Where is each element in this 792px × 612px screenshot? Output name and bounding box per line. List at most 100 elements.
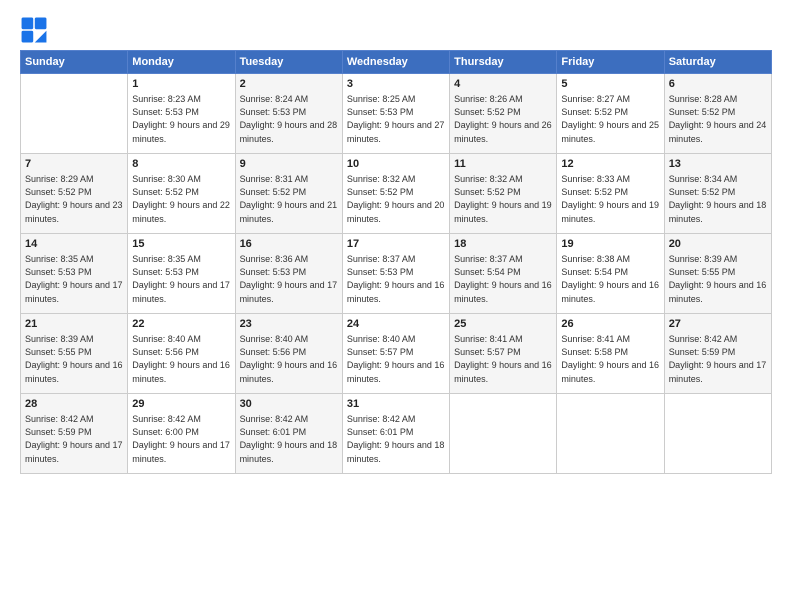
- day-number: 15: [132, 237, 230, 252]
- day-number: 30: [240, 397, 338, 412]
- calendar-header: SundayMondayTuesdayWednesdayThursdayFrid…: [21, 51, 772, 74]
- day-detail: Sunrise: 8:40 AM Sunset: 5:56 PM Dayligh…: [240, 333, 338, 385]
- calendar-week-3: 14Sunrise: 8:35 AM Sunset: 5:53 PM Dayli…: [21, 234, 772, 314]
- day-number: 16: [240, 237, 338, 252]
- weekday-header-monday: Monday: [128, 51, 235, 74]
- day-number: 28: [25, 397, 123, 412]
- calendar-cell: 29Sunrise: 8:42 AM Sunset: 6:00 PM Dayli…: [128, 394, 235, 474]
- day-number: 13: [669, 157, 767, 172]
- day-detail: Sunrise: 8:40 AM Sunset: 5:57 PM Dayligh…: [347, 333, 445, 385]
- day-number: 8: [132, 157, 230, 172]
- calendar-cell: 24Sunrise: 8:40 AM Sunset: 5:57 PM Dayli…: [342, 314, 449, 394]
- calendar-cell: 23Sunrise: 8:40 AM Sunset: 5:56 PM Dayli…: [235, 314, 342, 394]
- calendar-cell: 17Sunrise: 8:37 AM Sunset: 5:53 PM Dayli…: [342, 234, 449, 314]
- day-detail: Sunrise: 8:24 AM Sunset: 5:53 PM Dayligh…: [240, 93, 338, 145]
- day-detail: Sunrise: 8:26 AM Sunset: 5:52 PM Dayligh…: [454, 93, 552, 145]
- calendar-cell: 11Sunrise: 8:32 AM Sunset: 5:52 PM Dayli…: [450, 154, 557, 234]
- day-detail: Sunrise: 8:42 AM Sunset: 5:59 PM Dayligh…: [669, 333, 767, 385]
- calendar-cell: 15Sunrise: 8:35 AM Sunset: 5:53 PM Dayli…: [128, 234, 235, 314]
- day-number: 6: [669, 77, 767, 92]
- day-detail: Sunrise: 8:35 AM Sunset: 5:53 PM Dayligh…: [25, 253, 123, 305]
- calendar-cell: [450, 394, 557, 474]
- day-number: 26: [561, 317, 659, 332]
- calendar-cell: 1Sunrise: 8:23 AM Sunset: 5:53 PM Daylig…: [128, 74, 235, 154]
- day-detail: Sunrise: 8:39 AM Sunset: 5:55 PM Dayligh…: [25, 333, 123, 385]
- day-detail: Sunrise: 8:30 AM Sunset: 5:52 PM Dayligh…: [132, 173, 230, 225]
- day-detail: Sunrise: 8:35 AM Sunset: 5:53 PM Dayligh…: [132, 253, 230, 305]
- calendar-cell: 5Sunrise: 8:27 AM Sunset: 5:52 PM Daylig…: [557, 74, 664, 154]
- day-number: 17: [347, 237, 445, 252]
- weekday-header-friday: Friday: [557, 51, 664, 74]
- day-detail: Sunrise: 8:37 AM Sunset: 5:54 PM Dayligh…: [454, 253, 552, 305]
- day-number: 18: [454, 237, 552, 252]
- calendar-cell: 14Sunrise: 8:35 AM Sunset: 5:53 PM Dayli…: [21, 234, 128, 314]
- calendar-cell: [557, 394, 664, 474]
- calendar-cell: 10Sunrise: 8:32 AM Sunset: 5:52 PM Dayli…: [342, 154, 449, 234]
- calendar-cell: 26Sunrise: 8:41 AM Sunset: 5:58 PM Dayli…: [557, 314, 664, 394]
- day-number: 1: [132, 77, 230, 92]
- calendar-cell: 27Sunrise: 8:42 AM Sunset: 5:59 PM Dayli…: [664, 314, 771, 394]
- weekday-header-wednesday: Wednesday: [342, 51, 449, 74]
- weekday-header-thursday: Thursday: [450, 51, 557, 74]
- calendar-cell: [664, 394, 771, 474]
- day-detail: Sunrise: 8:29 AM Sunset: 5:52 PM Dayligh…: [25, 173, 123, 225]
- day-detail: Sunrise: 8:23 AM Sunset: 5:53 PM Dayligh…: [132, 93, 230, 145]
- day-detail: Sunrise: 8:37 AM Sunset: 5:53 PM Dayligh…: [347, 253, 445, 305]
- calendar-table: SundayMondayTuesdayWednesdayThursdayFrid…: [20, 50, 772, 474]
- day-detail: Sunrise: 8:42 AM Sunset: 6:00 PM Dayligh…: [132, 413, 230, 465]
- day-number: 4: [454, 77, 552, 92]
- day-detail: Sunrise: 8:34 AM Sunset: 5:52 PM Dayligh…: [669, 173, 767, 225]
- day-number: 23: [240, 317, 338, 332]
- calendar-cell: 18Sunrise: 8:37 AM Sunset: 5:54 PM Dayli…: [450, 234, 557, 314]
- day-detail: Sunrise: 8:32 AM Sunset: 5:52 PM Dayligh…: [347, 173, 445, 225]
- calendar-cell: 25Sunrise: 8:41 AM Sunset: 5:57 PM Dayli…: [450, 314, 557, 394]
- calendar-cell: 30Sunrise: 8:42 AM Sunset: 6:01 PM Dayli…: [235, 394, 342, 474]
- page: SundayMondayTuesdayWednesdayThursdayFrid…: [0, 0, 792, 612]
- day-detail: Sunrise: 8:38 AM Sunset: 5:54 PM Dayligh…: [561, 253, 659, 305]
- calendar-cell: 12Sunrise: 8:33 AM Sunset: 5:52 PM Dayli…: [557, 154, 664, 234]
- calendar-cell: 20Sunrise: 8:39 AM Sunset: 5:55 PM Dayli…: [664, 234, 771, 314]
- calendar-cell: 8Sunrise: 8:30 AM Sunset: 5:52 PM Daylig…: [128, 154, 235, 234]
- weekday-header-saturday: Saturday: [664, 51, 771, 74]
- day-number: 31: [347, 397, 445, 412]
- calendar-cell: 31Sunrise: 8:42 AM Sunset: 6:01 PM Dayli…: [342, 394, 449, 474]
- logo-icon: [20, 16, 48, 44]
- weekday-header-tuesday: Tuesday: [235, 51, 342, 74]
- day-detail: Sunrise: 8:33 AM Sunset: 5:52 PM Dayligh…: [561, 173, 659, 225]
- calendar-cell: [21, 74, 128, 154]
- day-number: 5: [561, 77, 659, 92]
- calendar-body: 1Sunrise: 8:23 AM Sunset: 5:53 PM Daylig…: [21, 74, 772, 474]
- day-detail: Sunrise: 8:36 AM Sunset: 5:53 PM Dayligh…: [240, 253, 338, 305]
- day-detail: Sunrise: 8:28 AM Sunset: 5:52 PM Dayligh…: [669, 93, 767, 145]
- day-detail: Sunrise: 8:42 AM Sunset: 5:59 PM Dayligh…: [25, 413, 123, 465]
- calendar-cell: 4Sunrise: 8:26 AM Sunset: 5:52 PM Daylig…: [450, 74, 557, 154]
- day-number: 14: [25, 237, 123, 252]
- day-number: 7: [25, 157, 123, 172]
- day-number: 3: [347, 77, 445, 92]
- day-number: 21: [25, 317, 123, 332]
- weekday-header-row: SundayMondayTuesdayWednesdayThursdayFrid…: [21, 51, 772, 74]
- day-detail: Sunrise: 8:32 AM Sunset: 5:52 PM Dayligh…: [454, 173, 552, 225]
- calendar-cell: 16Sunrise: 8:36 AM Sunset: 5:53 PM Dayli…: [235, 234, 342, 314]
- day-detail: Sunrise: 8:41 AM Sunset: 5:58 PM Dayligh…: [561, 333, 659, 385]
- day-number: 9: [240, 157, 338, 172]
- day-detail: Sunrise: 8:31 AM Sunset: 5:52 PM Dayligh…: [240, 173, 338, 225]
- day-number: 27: [669, 317, 767, 332]
- day-number: 12: [561, 157, 659, 172]
- header: [20, 16, 772, 44]
- day-number: 20: [669, 237, 767, 252]
- day-detail: Sunrise: 8:39 AM Sunset: 5:55 PM Dayligh…: [669, 253, 767, 305]
- calendar-cell: 19Sunrise: 8:38 AM Sunset: 5:54 PM Dayli…: [557, 234, 664, 314]
- day-number: 19: [561, 237, 659, 252]
- calendar-cell: 22Sunrise: 8:40 AM Sunset: 5:56 PM Dayli…: [128, 314, 235, 394]
- day-detail: Sunrise: 8:42 AM Sunset: 6:01 PM Dayligh…: [240, 413, 338, 465]
- calendar-cell: 28Sunrise: 8:42 AM Sunset: 5:59 PM Dayli…: [21, 394, 128, 474]
- day-detail: Sunrise: 8:41 AM Sunset: 5:57 PM Dayligh…: [454, 333, 552, 385]
- calendar-week-5: 28Sunrise: 8:42 AM Sunset: 5:59 PM Dayli…: [21, 394, 772, 474]
- calendar-cell: 9Sunrise: 8:31 AM Sunset: 5:52 PM Daylig…: [235, 154, 342, 234]
- day-number: 2: [240, 77, 338, 92]
- calendar-cell: 3Sunrise: 8:25 AM Sunset: 5:53 PM Daylig…: [342, 74, 449, 154]
- calendar-week-4: 21Sunrise: 8:39 AM Sunset: 5:55 PM Dayli…: [21, 314, 772, 394]
- day-number: 22: [132, 317, 230, 332]
- day-number: 29: [132, 397, 230, 412]
